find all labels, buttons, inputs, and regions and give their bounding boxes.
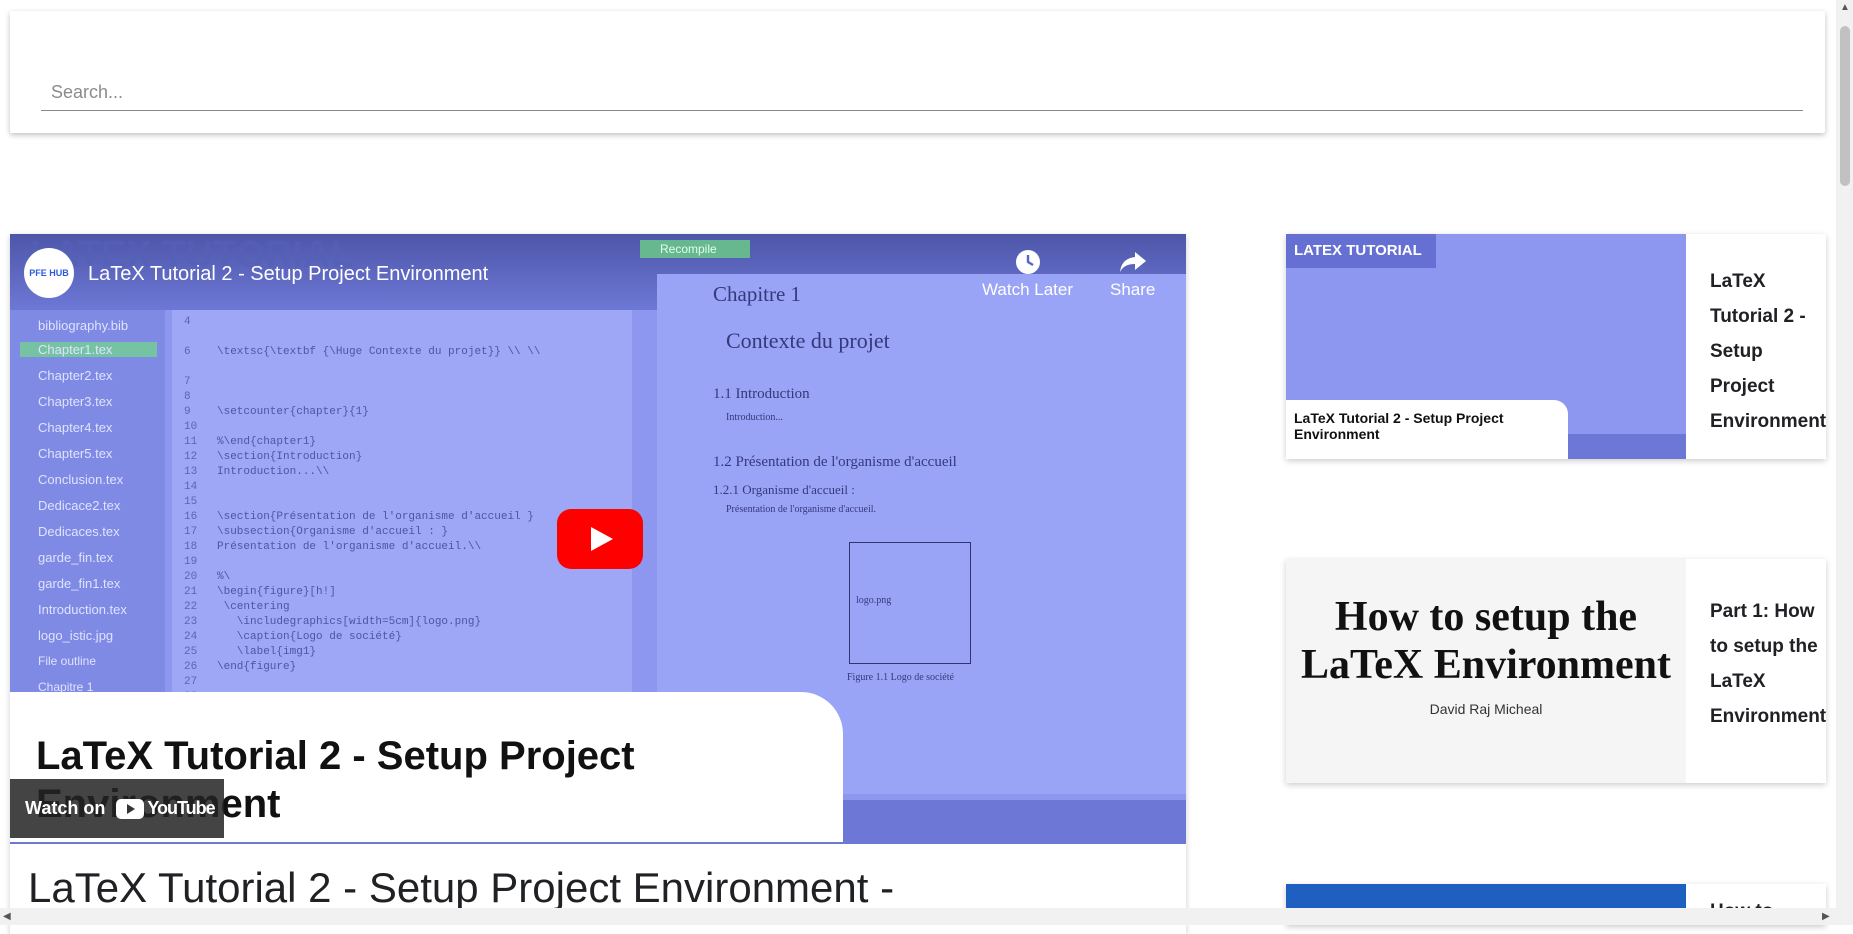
file-item: logo_istic.jpg: [38, 628, 114, 643]
thumbnail-line: LaTeX Environment: [1301, 642, 1671, 688]
pdf-heading: Contexte du projet: [726, 328, 890, 353]
related-video-title[interactable]: LaTeX Tutorial 2 - Setup Project Environ…: [1710, 264, 1826, 439]
scroll-right-icon[interactable]: ▶: [1822, 911, 1830, 922]
file-item: Chapter4.tex: [38, 420, 113, 435]
pdf-section: 1.1 Introduction: [713, 386, 810, 402]
watch-on-youtube-button[interactable]: Watch on YouTube: [10, 779, 224, 838]
watch-later-button[interactable]: Watch Later: [982, 249, 1073, 300]
pdf-figure-label: logo.png: [856, 595, 892, 606]
thumbnail-author: David Raj Micheal: [1429, 701, 1543, 717]
scroll-up-icon[interactable]: ▲: [1840, 2, 1850, 13]
watch-on-label: Watch on: [25, 798, 106, 818]
share-label: Share: [1110, 280, 1156, 299]
clock-icon: [1015, 250, 1040, 274]
vertical-scrollbar[interactable]: ▲: [1836, 0, 1853, 908]
thumbnail-line: How to setup the: [1334, 594, 1638, 640]
share-arrow-icon: [1119, 252, 1146, 272]
search-input[interactable]: [41, 75, 1803, 111]
related-thumbnail[interactable]: How to setup the LaTeX Environment David…: [1286, 559, 1686, 783]
file-item: bibliography.bib: [38, 318, 129, 333]
play-button[interactable]: [557, 509, 643, 569]
file-item: Chapter5.tex: [38, 446, 113, 461]
horizontal-scrollbar[interactable]: ◀ ▶: [0, 908, 1853, 925]
video-heading: LaTeX Tutorial 2 - Setup Project Environ…: [28, 864, 895, 911]
scroll-left-icon[interactable]: ◀: [3, 911, 11, 922]
thumbnail-tag: LATEX TUTORIAL: [1286, 234, 1436, 268]
file-item: File outline: [38, 654, 97, 668]
file-item: Conclusion.tex: [38, 472, 124, 487]
pdf-text: Introduction...: [726, 412, 783, 423]
related-video-card[interactable]: How to setup the LaTeX Environment David…: [1286, 559, 1826, 783]
watch-later-label: Watch Later: [982, 280, 1074, 299]
youtube-wordmark: YouTube: [147, 798, 215, 818]
pdf-figure-box: logo.png: [849, 542, 971, 664]
file-item: Chapter3.tex: [38, 394, 113, 409]
youtube-play-icon: [116, 798, 145, 819]
related-video-card[interactable]: LATEX TUTORIAL LaTeX Tutorial 2 - Setup …: [1286, 234, 1826, 459]
file-item: garde_fin.tex: [38, 550, 114, 565]
pdf-subsection: 1.2.1 Organisme d'accueil :: [713, 482, 855, 497]
file-item: Chapter2.tex: [38, 368, 113, 383]
search-card: [10, 11, 1825, 133]
file-item: Chapter1.tex: [20, 342, 157, 357]
pdf-figure-caption: Figure 1.1 Logo de société: [847, 672, 954, 683]
video-player[interactable]: LATEX TUTORIAL Recompile bibliography.bi…: [10, 234, 1186, 844]
recompile-button: Recompile: [640, 240, 750, 258]
file-item: Introduction.tex: [38, 602, 127, 617]
main-video-card: LATEX TUTORIAL Recompile bibliography.bi…: [10, 234, 1186, 934]
related-thumbnail[interactable]: LATEX TUTORIAL LaTeX Tutorial 2 - Setup …: [1286, 234, 1686, 459]
file-item: Dedicace2.tex: [38, 498, 121, 513]
pdf-section: 1.2 Présentation de l'organisme d'accuei…: [713, 454, 957, 470]
scrollbar-thumb[interactable]: [1840, 26, 1850, 186]
youtube-logo: YouTube: [113, 798, 216, 819]
thumbnail-caption: LaTeX Tutorial 2 - Setup Project Environ…: [1286, 400, 1568, 459]
channel-avatar-text: PFE HUB: [29, 268, 69, 278]
share-button[interactable]: Share: [1110, 249, 1155, 300]
player-title[interactable]: LaTeX Tutorial 2 - Setup Project Environ…: [88, 263, 488, 286]
channel-avatar[interactable]: PFE HUB: [24, 248, 74, 298]
pdf-chapter: Chapitre 1: [713, 282, 802, 306]
file-item: garde_fin1.tex: [38, 576, 121, 591]
pdf-text: Présentation de l'organisme d'accueil.: [726, 504, 877, 515]
related-video-title[interactable]: Part 1: How to setup the LaTeX Environme…: [1710, 594, 1826, 734]
file-item: Dedicaces.tex: [38, 524, 120, 539]
